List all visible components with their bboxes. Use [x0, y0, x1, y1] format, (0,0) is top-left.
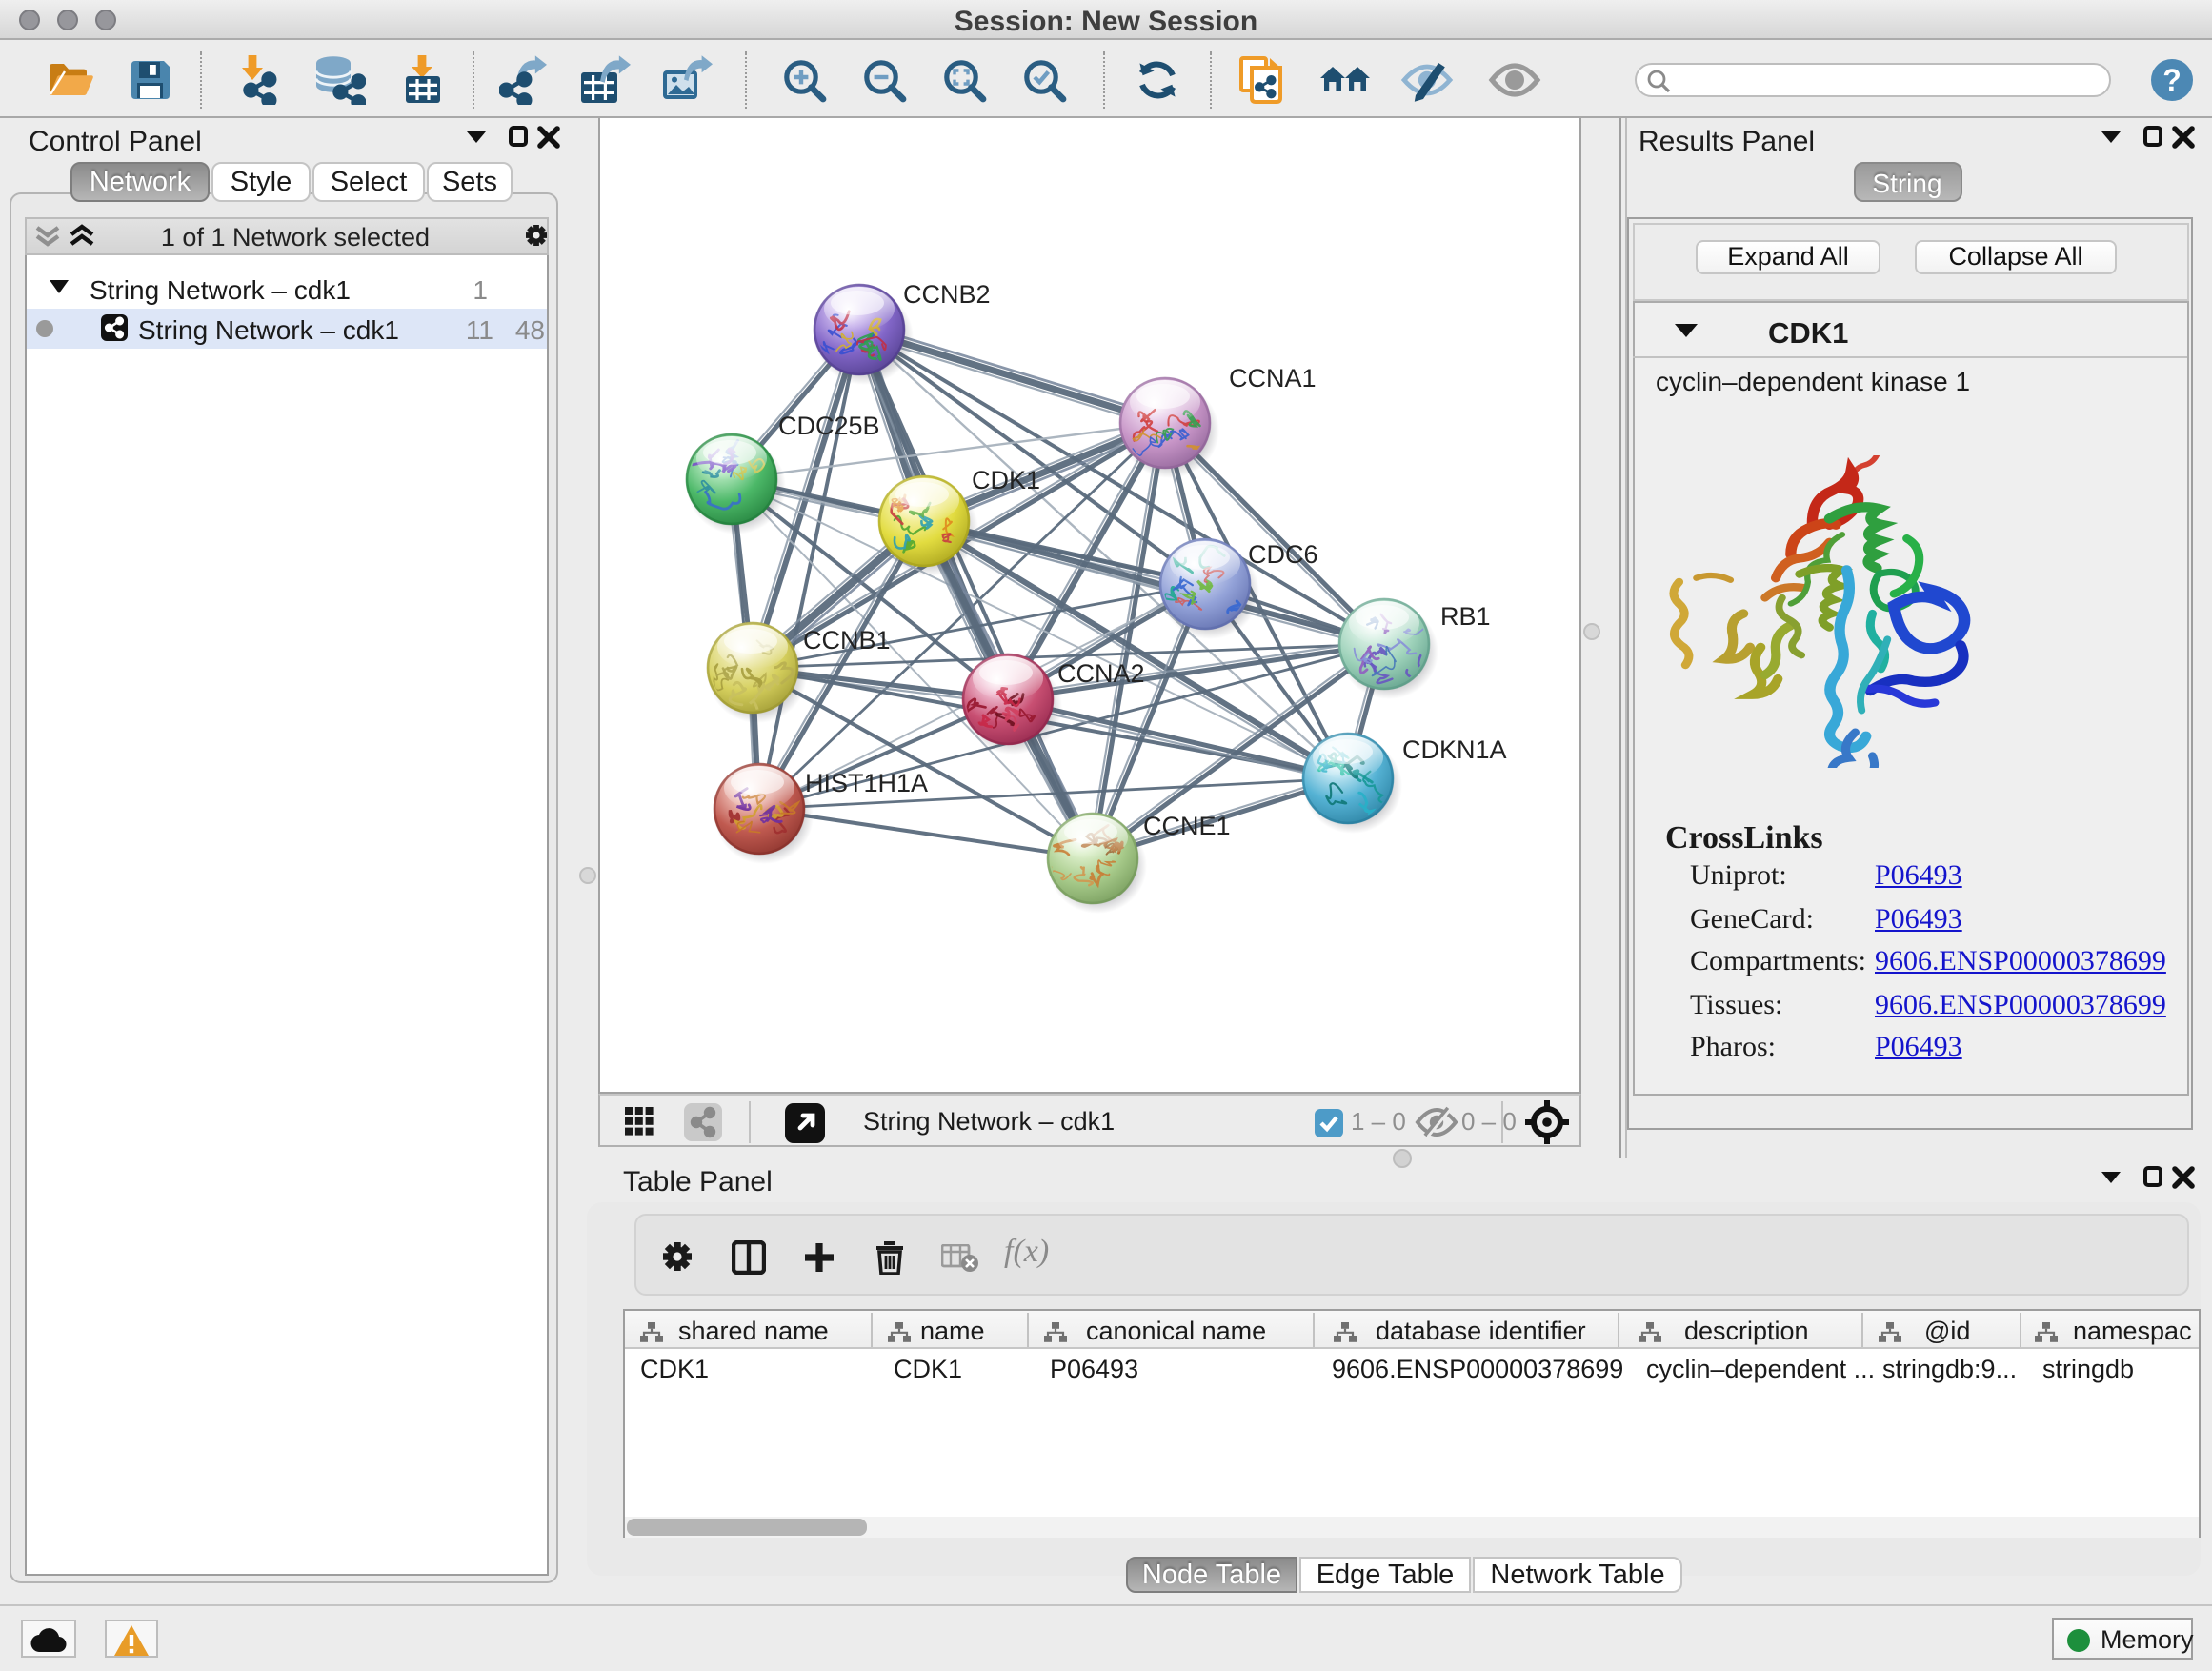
svg-text:CDC25B: CDC25B — [778, 412, 880, 440]
svg-text:?: ? — [2162, 63, 2182, 97]
svg-text:CCNA2: CCNA2 — [1057, 659, 1145, 688]
svg-text:CCNB1: CCNB1 — [803, 626, 891, 654]
svg-text:HIST1H1A: HIST1H1A — [805, 769, 928, 797]
svg-text:CCNE1: CCNE1 — [1143, 812, 1231, 840]
svg-text:CDKN1A: CDKN1A — [1402, 735, 1507, 764]
svg-text:CCNB2: CCNB2 — [903, 280, 991, 309]
svg-text:CCNA1: CCNA1 — [1229, 364, 1317, 393]
svg-text:CDK1: CDK1 — [972, 466, 1040, 494]
svg-text:CDC6: CDC6 — [1248, 540, 1318, 569]
svg-text:RB1: RB1 — [1440, 602, 1491, 631]
